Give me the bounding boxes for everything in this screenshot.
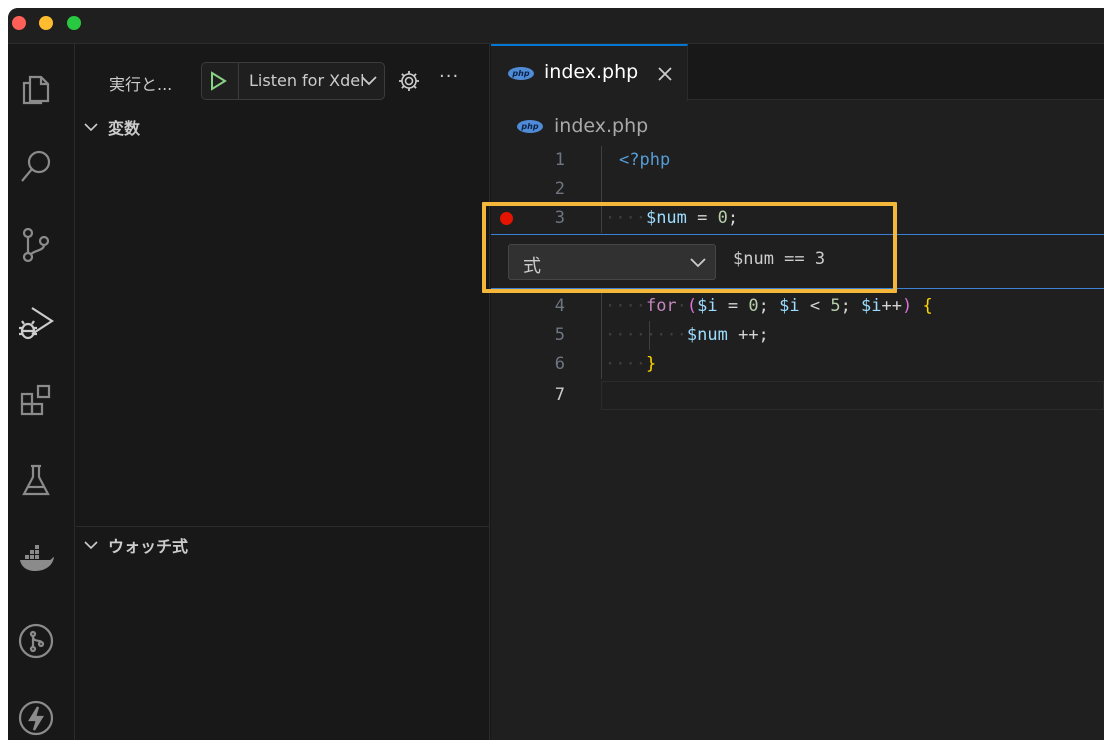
chevron-down-icon bbox=[84, 541, 98, 550]
code-token: $i bbox=[697, 296, 718, 316]
code-token: $i bbox=[779, 296, 800, 316]
php-file-icon: php bbox=[508, 67, 534, 80]
indent-guide bbox=[601, 321, 602, 350]
php-open-tag: <?php bbox=[619, 150, 671, 170]
testing-icon[interactable] bbox=[16, 458, 56, 502]
code-line: 4 ····for·($i = 0; $i < 5; $i++) { bbox=[491, 292, 1104, 321]
variables-section-title: 変数 bbox=[108, 119, 141, 138]
debug-config-select[interactable]: Listen for Xdebug bbox=[238, 63, 384, 99]
run-and-debug-title: 実行と... bbox=[109, 75, 173, 94]
code-token: for bbox=[645, 296, 677, 316]
code-token: 0 bbox=[748, 296, 759, 316]
code-text[interactable]: <?php bbox=[619, 146, 670, 175]
code-token: { bbox=[912, 296, 933, 316]
start-debugging-icon[interactable] bbox=[208, 71, 228, 91]
code-token: $i bbox=[861, 296, 882, 316]
watch-section-header[interactable]: ウォッチ式 bbox=[82, 534, 188, 556]
gear-icon[interactable] bbox=[397, 69, 421, 93]
run-debug-sidebar: 実行と... Listen for Xdebug ··· 変数 ウ bbox=[76, 44, 490, 740]
extensions-icon[interactable] bbox=[16, 378, 56, 422]
explorer-icon[interactable] bbox=[16, 66, 56, 110]
php-file-icon: php bbox=[517, 119, 543, 133]
minimize-window-button[interactable] bbox=[39, 16, 53, 30]
code-token: = bbox=[717, 296, 749, 316]
annotation-highlight-box bbox=[482, 202, 897, 293]
editor-area: php index.php php index.php 1 <?php 2 3 bbox=[491, 44, 1104, 740]
code-token: ) bbox=[902, 296, 913, 316]
run-debug-icon[interactable] bbox=[16, 300, 56, 344]
code-line: 7 bbox=[491, 381, 1104, 410]
close-window-button[interactable] bbox=[12, 16, 26, 30]
indent-guide bbox=[601, 146, 602, 175]
close-icon[interactable] bbox=[655, 64, 675, 84]
vscode-window: 実行と... Listen for Xdebug ··· 変数 ウ bbox=[8, 8, 1104, 740]
indent-guide bbox=[601, 350, 602, 379]
code-token: 5 bbox=[830, 296, 841, 316]
code-text[interactable]: ····for·($i = 0; $i < 5; $i++) { bbox=[605, 292, 933, 321]
more-actions-icon[interactable]: ··· bbox=[439, 66, 459, 87]
title-bar bbox=[8, 8, 1104, 44]
tab-title: index.php bbox=[544, 61, 639, 83]
line-number: 2 bbox=[554, 179, 565, 199]
code-token: $num bbox=[686, 325, 728, 345]
maximize-window-button[interactable] bbox=[67, 16, 81, 30]
watch-section-title: ウォッチ式 bbox=[108, 537, 189, 556]
source-control-icon[interactable] bbox=[16, 222, 56, 266]
code-token: } bbox=[645, 354, 657, 374]
chevron-down-icon bbox=[361, 76, 377, 86]
line-number: 5 bbox=[554, 325, 565, 345]
docker-icon[interactable] bbox=[16, 536, 56, 580]
chevron-down-icon bbox=[84, 123, 98, 132]
breadcrumb: php index.php bbox=[517, 114, 648, 138]
tab-index-php[interactable]: php index.php bbox=[491, 44, 688, 101]
tab-strip: php index.php bbox=[491, 44, 1104, 101]
section-divider bbox=[76, 526, 490, 527]
line-number: 1 bbox=[554, 150, 565, 170]
activity-bar bbox=[8, 44, 75, 740]
code-line: 5 ········$num ++; bbox=[491, 321, 1104, 350]
code-line: 2 bbox=[491, 175, 1104, 204]
code-token: ; bbox=[840, 296, 862, 316]
indent-guide bbox=[601, 292, 602, 321]
code-token: < bbox=[799, 296, 831, 316]
git-graph-icon[interactable] bbox=[16, 619, 56, 663]
code-text[interactable]: ····} bbox=[605, 350, 656, 379]
breadcrumb-file[interactable]: index.php bbox=[554, 115, 648, 137]
code-line: 1 <?php bbox=[491, 146, 1104, 175]
variables-section-header[interactable]: 変数 bbox=[82, 116, 140, 138]
code-line: 6 ····} bbox=[491, 350, 1104, 379]
thunder-client-icon[interactable] bbox=[16, 696, 56, 740]
code-text[interactable]: ········$num ++; bbox=[605, 321, 769, 350]
code-token: ( bbox=[686, 296, 698, 316]
code-token: ++; bbox=[727, 325, 769, 345]
indent-guide bbox=[601, 175, 602, 204]
code-token: ; bbox=[758, 296, 780, 316]
debug-config-toolbar: Listen for Xdebug bbox=[201, 62, 385, 100]
line-number: 7 bbox=[554, 385, 565, 405]
line-number: 6 bbox=[554, 354, 565, 374]
line-number: 4 bbox=[554, 296, 565, 316]
code-token: ++ bbox=[881, 296, 903, 316]
search-icon[interactable] bbox=[16, 144, 56, 188]
debug-config-label: Listen for Xdebug bbox=[249, 71, 363, 90]
